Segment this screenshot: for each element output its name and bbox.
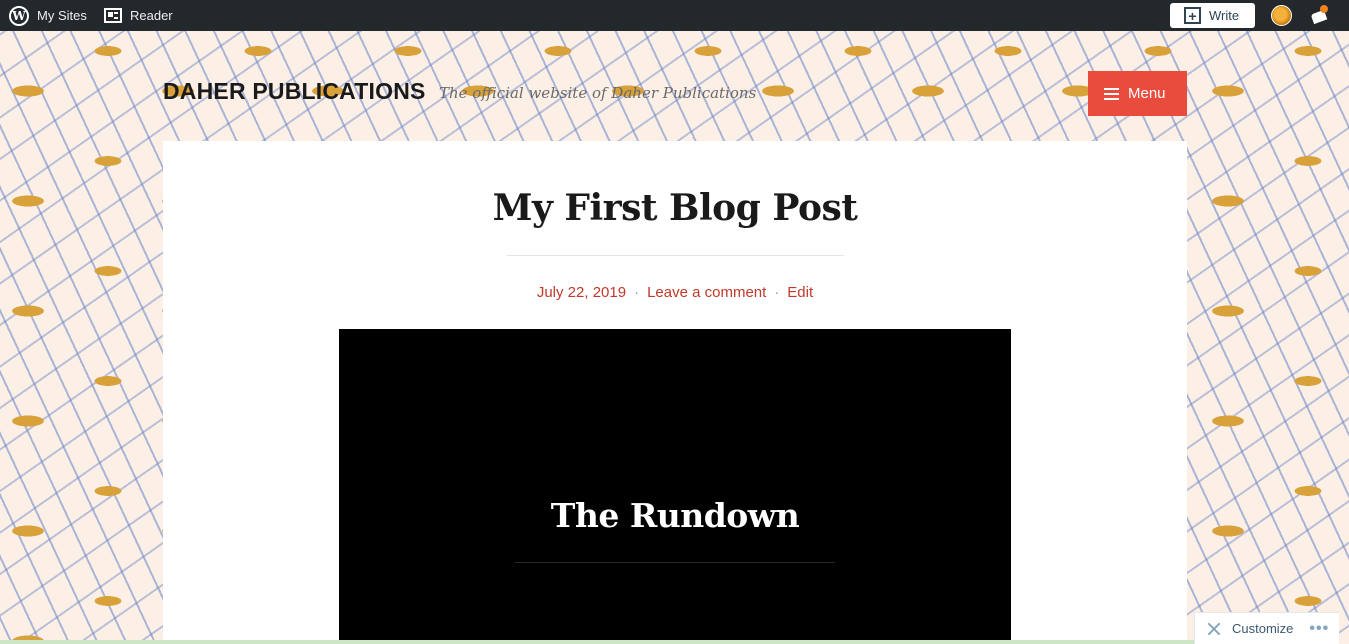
reader-button[interactable]: Reader <box>104 0 173 31</box>
meta-separator: · <box>774 284 780 301</box>
featured-image-divider <box>515 562 835 563</box>
wordpress-logo-icon: W <box>9 5 29 26</box>
menu-button[interactable]: Menu <box>1088 71 1187 116</box>
post-meta: July 22, 2019 · Leave a comment · Edit <box>163 284 1187 301</box>
write-plus-icon: + <box>1184 7 1201 24</box>
customize-button[interactable]: Customize <box>1232 621 1293 636</box>
featured-image-title: The Rundown <box>550 496 800 535</box>
user-avatar[interactable] <box>1271 5 1292 26</box>
featured-image: The Rundown <box>339 329 1011 644</box>
write-button[interactable]: + Write <box>1170 3 1255 28</box>
title-divider <box>507 255 844 256</box>
menu-label: Menu <box>1128 85 1166 102</box>
leave-comment-link[interactable]: Leave a comment <box>647 284 766 301</box>
admin-bar: W My Sites Reader + Write <box>0 0 1349 31</box>
post-title: My First Blog Post <box>492 187 858 229</box>
my-sites-label: My Sites <box>37 8 87 23</box>
ellipsis-icon[interactable]: ••• <box>1309 620 1329 638</box>
post-date-link[interactable]: July 22, 2019 <box>537 284 626 301</box>
site-title[interactable]: DAHER PUBLICATIONS <box>163 78 426 105</box>
bottom-strip <box>0 640 1194 644</box>
my-sites-button[interactable]: W My Sites <box>9 0 87 31</box>
tools-icon <box>1206 621 1222 637</box>
reader-icon <box>104 8 122 23</box>
hamburger-icon <box>1104 87 1119 100</box>
notification-dot <box>1320 5 1328 13</box>
customize-bar: Customize ••• <box>1194 612 1339 644</box>
site-description: The official website of Daher Publicatio… <box>439 84 757 102</box>
notifications-icon[interactable] <box>1310 5 1329 26</box>
meta-separator: · <box>634 284 640 301</box>
reader-label: Reader <box>130 8 173 23</box>
post-content-area: My First Blog Post July 22, 2019 · Leave a… <box>163 141 1187 644</box>
write-label: Write <box>1209 8 1240 23</box>
edit-link[interactable]: Edit <box>787 284 813 301</box>
